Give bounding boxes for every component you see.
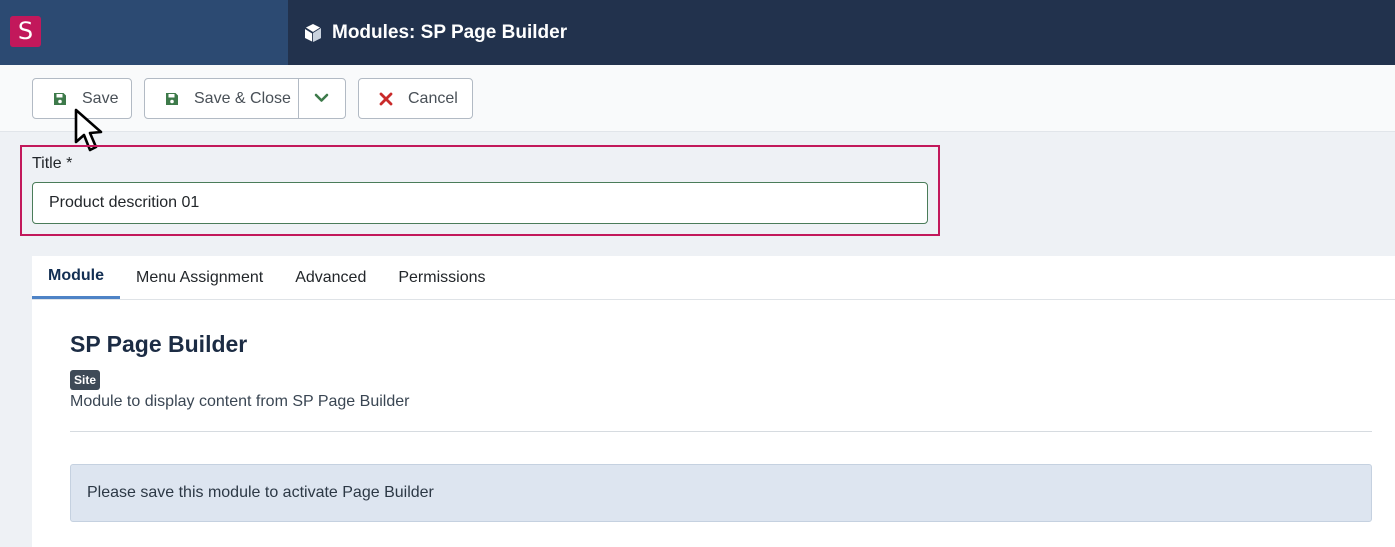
site-badge: Site — [70, 370, 101, 390]
module-title: SP Page Builder — [70, 331, 248, 357]
app-logo[interactable]: S — [10, 16, 41, 47]
title-input[interactable] — [32, 182, 928, 224]
page-title-text: Modules: SP Page Builder — [332, 21, 568, 43]
toolbar: Save Save & Close Cancel — [0, 65, 1395, 132]
divider — [70, 431, 1372, 432]
title-label: Title * — [32, 155, 73, 172]
cancel-button-label: Cancel — [408, 89, 458, 107]
brand-area: S — [0, 0, 288, 65]
module-panel: Module Menu Assignment Advanced Permissi… — [32, 256, 1395, 547]
save-close-button[interactable]: Save & Close — [144, 78, 346, 119]
floppy-disk-icon — [54, 92, 66, 105]
save-button-label: Save — [82, 89, 119, 107]
cube-icon — [304, 23, 322, 42]
tab-bar: Module Menu Assignment Advanced Permissi… — [32, 256, 1395, 300]
tab-advanced[interactable]: Advanced — [279, 256, 382, 299]
floppy-disk-icon — [166, 92, 178, 105]
page-title: Modules: SP Page Builder — [303, 0, 567, 65]
save-notice: Please save this module to activate Page… — [70, 464, 1372, 522]
x-icon — [379, 92, 393, 105]
cancel-button[interactable]: Cancel — [358, 78, 473, 119]
button-divider — [298, 79, 299, 118]
module-description: Module to display content from SP Page B… — [70, 393, 410, 410]
chevron-down-icon[interactable] — [314, 92, 329, 104]
app-header: S Modules: SP Page Builder — [0, 0, 1395, 65]
tab-permissions[interactable]: Permissions — [382, 256, 501, 299]
tab-module[interactable]: Module — [32, 256, 120, 299]
tab-menu-assignment[interactable]: Menu Assignment — [120, 256, 279, 299]
save-close-button-label: Save & Close — [194, 89, 291, 107]
